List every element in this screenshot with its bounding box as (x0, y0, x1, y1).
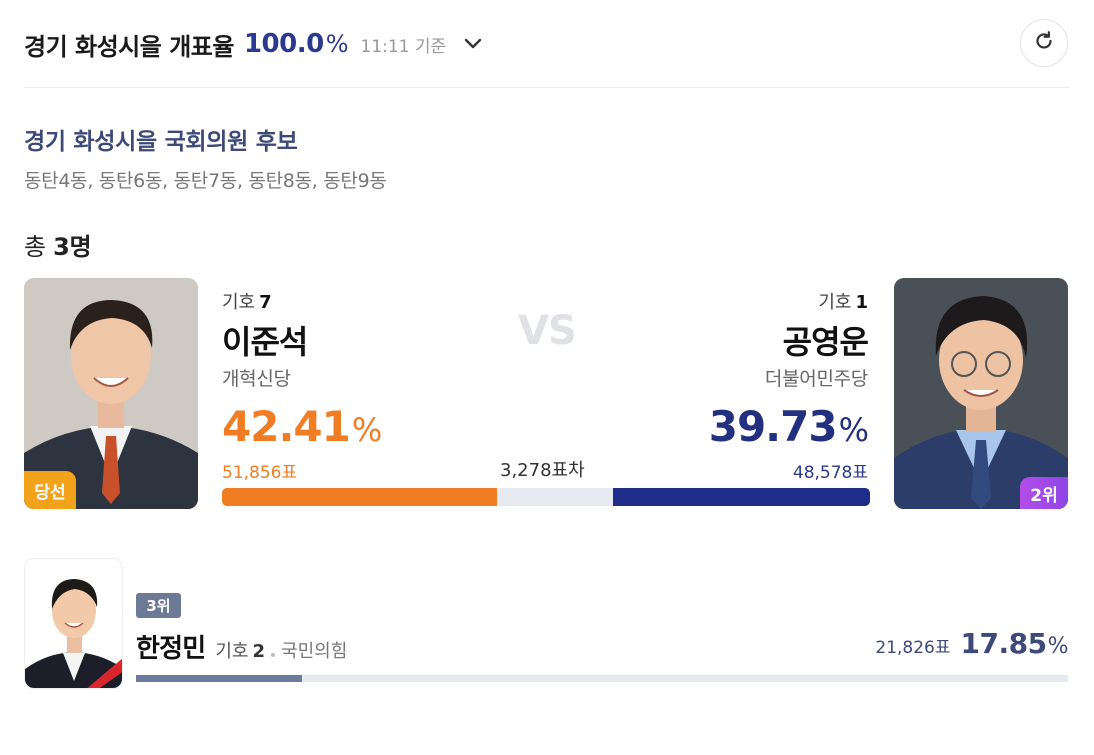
symbol-number: 7 (259, 292, 272, 313)
candidate-3-symbol: 기호 2 (215, 637, 265, 663)
vote-difference: 3,278표차 (500, 460, 585, 481)
candidate-1-symbol: 기호 7 (222, 288, 307, 314)
count-rate-value: 100.0 (243, 29, 324, 59)
symbol-number: 2 (252, 641, 266, 662)
election-result-card: 경기 화성시을 개표율 100.0 % 11:11 기준 경기 화성시을 국회의… (0, 0, 1094, 755)
candidate-2-party: 더불어민주당 (764, 368, 868, 390)
result-header: 경기 화성시을 개표율 100.0 % 11:11 기준 (24, 18, 1070, 70)
percent-value: 17.85 (960, 627, 1048, 660)
refresh-button[interactable] (1020, 19, 1068, 67)
header-divider (24, 87, 1070, 88)
separator-dot (271, 653, 276, 657)
chevron-down-icon[interactable] (464, 35, 482, 53)
percent-value: 39.73 (708, 402, 838, 451)
symbol-number: 1 (855, 292, 868, 313)
candidate-2-percent: 39.73% (708, 402, 869, 451)
winner-badge: 당선 (24, 471, 76, 509)
total-prefix: 총 (24, 233, 46, 261)
candidate-2-votes: 48,578표 (792, 463, 868, 483)
total-count: 3명 (53, 233, 92, 261)
candidate-1-bar (222, 488, 497, 506)
candidate-2-info[interactable]: 기호 1 공영운 더불어민주당 (764, 288, 869, 391)
candidate-3-photo[interactable] (24, 558, 123, 689)
percent-unit: % (838, 411, 869, 449)
candidate-1-name: 이준석 (222, 323, 308, 361)
header-title: 경기 화성시을 개표율 (24, 32, 234, 61)
candidate-3-party: 국민의힘 (281, 641, 348, 662)
candidate-1-votes: 51,856표 (222, 463, 298, 483)
candidate-1-party: 개혁신당 (222, 368, 291, 390)
head-to-head-bar (222, 488, 870, 506)
candidate-1-photo[interactable]: 당선 (24, 278, 198, 509)
symbol-label: 기호 (215, 641, 249, 662)
candidate-1-info[interactable]: 기호 7 이준석 개혁신당 (222, 288, 308, 391)
percent-value: 42.41 (222, 402, 351, 451)
count-rate-unit: % (325, 30, 349, 58)
candidate-3-votes: 21,826표 (875, 638, 951, 658)
percent-unit: % (351, 411, 382, 449)
district-dongs: 동탄4동, 동탄6동, 동탄7동, 동탄8동, 동탄9동 (24, 170, 387, 192)
symbol-label: 기호 (818, 292, 852, 313)
rank-3-badge: 3위 (136, 593, 181, 618)
candidate-3-info[interactable]: 한정민 기호 2 국민의힘 (136, 628, 347, 665)
candidate-2-bar (612, 488, 870, 506)
candidate-3-bar-track (136, 675, 1068, 682)
candidate-2-name: 공영운 (782, 323, 869, 361)
candidate-1-percent: 42.41% (222, 402, 382, 451)
candidate-total: 총 3명 (24, 227, 92, 262)
district-title[interactable]: 경기 화성시을 국회의원 후보 (24, 122, 298, 156)
rank-2-badge: 2위 (1020, 477, 1068, 509)
candidate-3-name: 한정민 (136, 634, 206, 664)
count-time: 11:11 기준 (360, 36, 447, 57)
candidate-3-result: 21,826표 17.85% (875, 627, 1068, 660)
refresh-icon (1033, 30, 1055, 56)
percent-unit: % (1047, 634, 1069, 659)
candidate-3-percent: 17.85% (960, 627, 1069, 660)
candidate-2-symbol: 기호 1 (765, 288, 868, 314)
candidate-3-bar (136, 675, 303, 682)
candidate-2-photo[interactable]: 2위 (894, 278, 1068, 509)
symbol-label: 기호 (222, 292, 256, 313)
vs-label: VS (518, 308, 577, 354)
